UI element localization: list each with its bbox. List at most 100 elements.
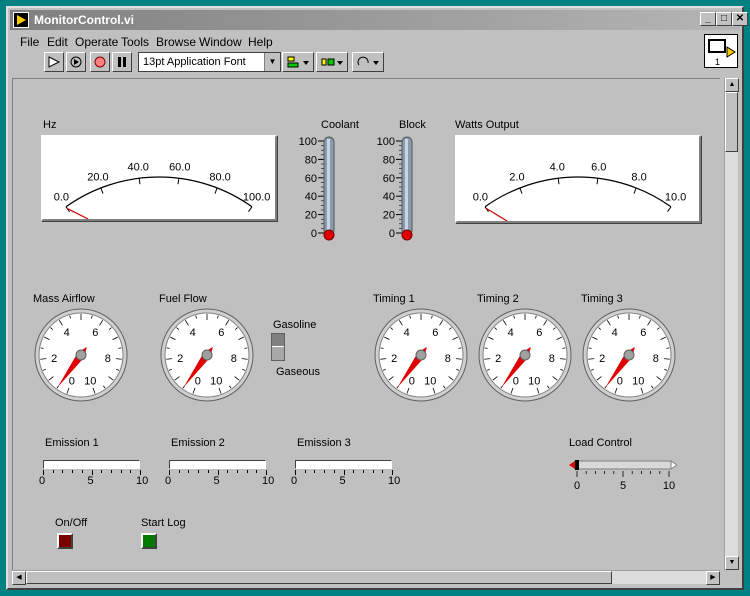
pause-button[interactable] xyxy=(112,52,132,72)
scroll-left-button[interactable]: ◀ xyxy=(12,571,26,585)
close-button[interactable]: ✕ xyxy=(732,12,748,26)
emission-1-label: Emission 1 xyxy=(45,437,99,449)
toolbar: 13pt Application Font ▼ xyxy=(10,51,682,73)
emission-scale-tick xyxy=(198,470,200,473)
horizontal-scroll-thumb[interactable] xyxy=(26,571,612,584)
menu-operate[interactable]: Operate xyxy=(75,35,118,49)
scroll-up-button[interactable]: ▲ xyxy=(725,78,739,92)
gauge-tick-label: 0 xyxy=(513,375,519,387)
fuel-flow-gauge: 02 4 6 8 10 xyxy=(160,308,254,402)
gauge-tick xyxy=(666,347,670,349)
meter-tick-label: 4.0 xyxy=(550,161,565,173)
meter-tick xyxy=(633,187,637,194)
slider-tick-label: 0 xyxy=(574,480,580,492)
run-continuously-button[interactable] xyxy=(66,52,86,72)
timing-3-label: Timing 3 xyxy=(581,293,623,305)
slider-track[interactable] xyxy=(574,460,672,470)
gauge-tick-label: 0 xyxy=(69,375,75,387)
menu-edit[interactable]: Edit xyxy=(47,35,68,49)
font-select-value: 13pt Application Font xyxy=(143,56,246,68)
gauge-tick-label: 0 xyxy=(409,375,415,387)
title-bar[interactable]: MonitorControl.vi _ □ ✕ xyxy=(10,10,748,30)
align-objects-button[interactable] xyxy=(282,52,314,72)
menu-browse[interactable]: Browse xyxy=(156,35,196,49)
emission-scale-label: 10 xyxy=(388,475,401,487)
emission-2-bar xyxy=(169,460,266,469)
gauge-tick xyxy=(458,347,462,349)
emission-scale-tick xyxy=(188,470,190,473)
scroll-down-button[interactable]: ▼ xyxy=(725,556,739,570)
slider-tick-label: 5 xyxy=(620,480,626,492)
menu-help[interactable]: Help xyxy=(248,35,273,49)
menu-tools[interactable]: Tools xyxy=(121,35,149,49)
vi-icon[interactable]: 1 xyxy=(704,34,738,68)
slider-pointer xyxy=(569,461,575,469)
minimize-button[interactable]: _ xyxy=(700,12,716,26)
emission-scale-label: 0 xyxy=(291,475,298,487)
emission-scale-tick xyxy=(72,470,74,473)
meter-tick-label: 60.0 xyxy=(169,161,190,173)
maximize-button[interactable]: □ xyxy=(716,12,732,26)
menu-bar: File Edit Operate Tools Browse Window He… xyxy=(10,32,682,50)
thermometer-tick-label: 80 xyxy=(305,154,317,166)
emission-2-label: Emission 2 xyxy=(171,437,225,449)
vertical-scrollbar[interactable]: ▲ ▼ xyxy=(724,78,739,570)
font-select[interactable]: 13pt Application Font ▼ xyxy=(138,52,281,72)
gauge-tick-label: 4 xyxy=(612,327,618,339)
menu-window[interactable]: Window xyxy=(199,35,242,49)
block-label: Block xyxy=(399,119,426,131)
gauge-tick-label: 6 xyxy=(640,327,646,339)
emission-scale-tick xyxy=(178,470,180,473)
thermometer-tick-label: 0 xyxy=(389,228,395,240)
gauge-hub xyxy=(519,349,531,361)
vertical-scroll-thumb[interactable] xyxy=(725,92,738,152)
gauge-hub xyxy=(415,349,427,361)
meter-tick-label: 10.0 xyxy=(665,191,686,203)
gauge-tick-label: 10 xyxy=(528,375,540,387)
abort-button[interactable] xyxy=(90,52,110,72)
thermometer-tick-label: 100 xyxy=(377,136,395,148)
gasoline-label: Gasoline xyxy=(273,319,317,331)
slider-end-cap xyxy=(670,460,677,470)
meter-tick xyxy=(519,187,523,194)
emission-scale-tick xyxy=(120,470,122,473)
emission-scale-label: 10 xyxy=(262,475,275,487)
reorder-button[interactable] xyxy=(352,52,384,72)
thermometer-tick-label: 80 xyxy=(383,154,395,166)
emission-scale-tick xyxy=(62,470,64,473)
emission-scale-label: 0 xyxy=(39,475,46,487)
gauge-tick xyxy=(118,347,122,349)
timing-2-label: Timing 2 xyxy=(477,293,519,305)
emission-scale-label: 5 xyxy=(87,475,94,487)
gauge-tick xyxy=(40,347,44,349)
gauge-tick-label: 2 xyxy=(599,353,605,365)
fuel-type-switch[interactable] xyxy=(271,333,285,361)
scroll-right-button[interactable]: ▶ xyxy=(706,571,720,585)
horizontal-scrollbar[interactable]: ◀ ▶ xyxy=(12,570,720,585)
emission-scale-tick xyxy=(236,470,238,473)
gauge-tick-label: 10 xyxy=(632,375,644,387)
on-off-label: On/Off xyxy=(55,517,88,529)
meter-tick-label: 6.0 xyxy=(591,161,606,173)
thermometer-tick-label: 60 xyxy=(383,173,395,185)
distribute-objects-button[interactable] xyxy=(316,52,348,72)
on-off-button[interactable] xyxy=(57,533,73,549)
watts-meter-label: Watts Output xyxy=(455,119,519,131)
emission-scale-tick xyxy=(372,470,374,473)
gauge-tick-label: 0 xyxy=(195,375,201,387)
start-log-button[interactable] xyxy=(141,533,157,549)
emission-scale-label: 10 xyxy=(136,475,149,487)
emission-scale-tick xyxy=(324,470,326,473)
gauge-tick xyxy=(484,347,488,349)
emission-scale-tick xyxy=(353,470,355,473)
emission-3-scale: 0 5 10 xyxy=(291,470,400,490)
meter-tick xyxy=(100,187,104,194)
slider-tick-label: 10 xyxy=(663,480,675,492)
run-button[interactable] xyxy=(44,52,64,72)
gaseous-label: Gaseous xyxy=(276,366,321,378)
menu-file[interactable]: File xyxy=(20,35,39,49)
emission-scale-tick xyxy=(246,470,248,473)
load-control-slider[interactable]: 0 5 10 xyxy=(557,455,677,495)
thermometer-highlight xyxy=(405,139,408,233)
slider-handle[interactable] xyxy=(575,460,579,470)
